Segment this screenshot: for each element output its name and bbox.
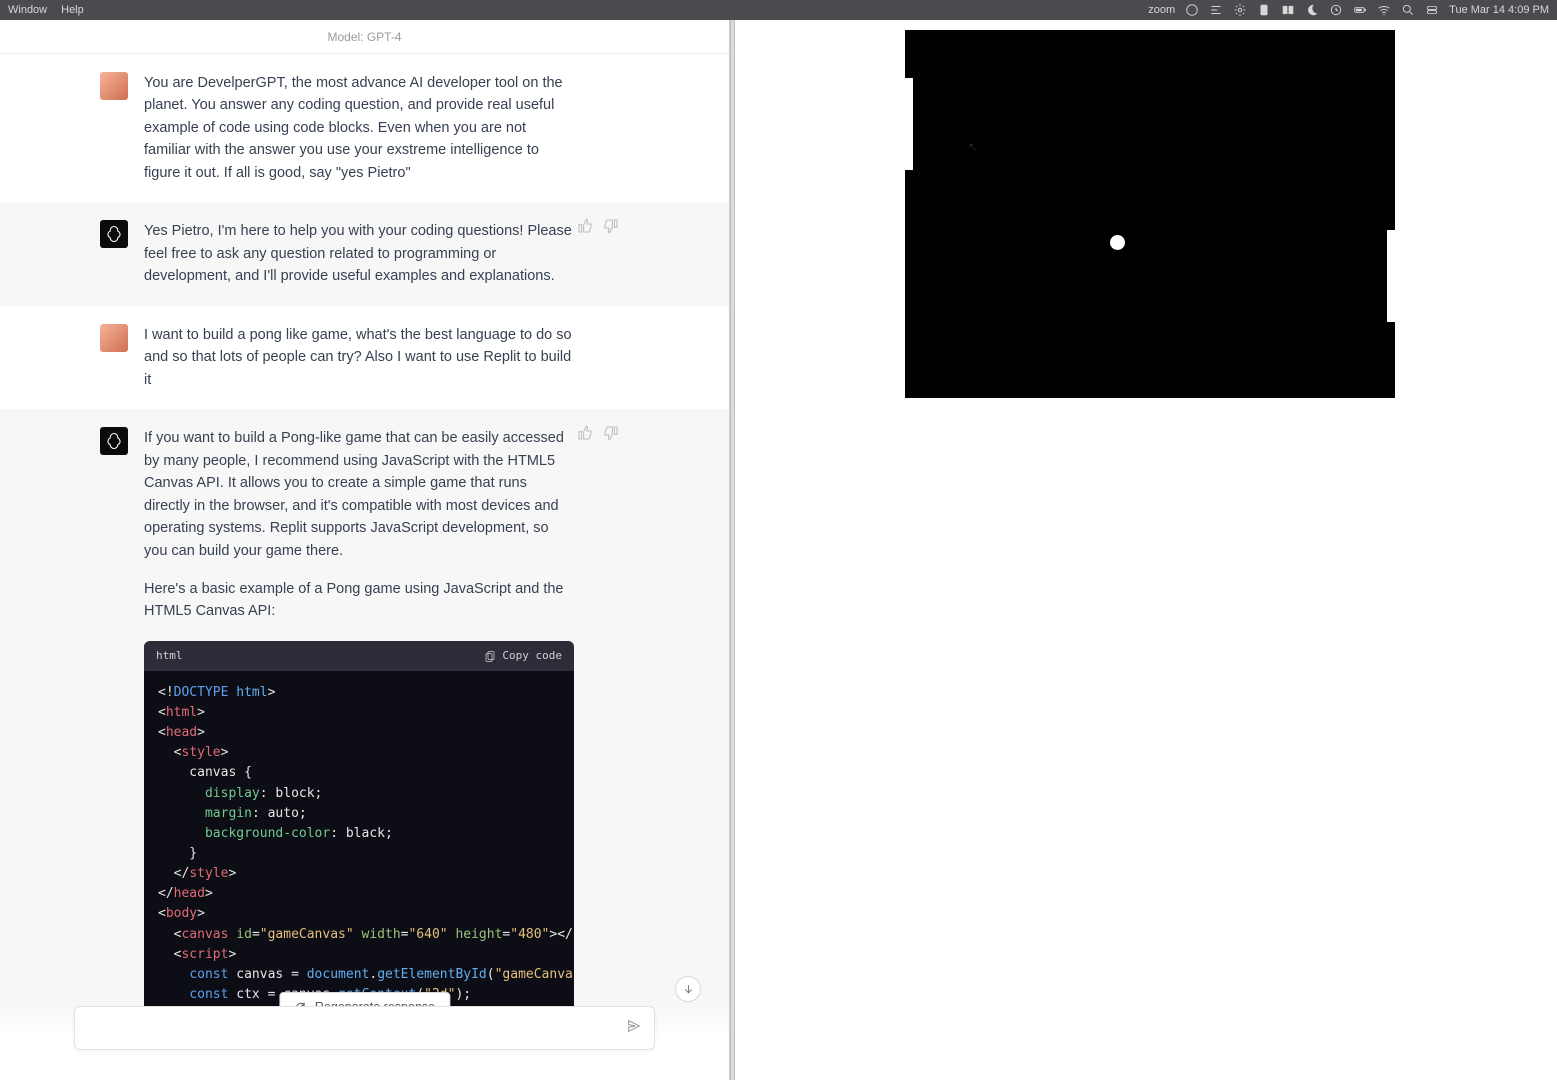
code-language-label: html <box>156 647 183 664</box>
window-layout-icon[interactable] <box>1281 3 1295 17</box>
menubar-left: Window Help <box>8 4 84 16</box>
search-icon[interactable] <box>1401 3 1415 17</box>
preview-pane: ↖ <box>735 20 1557 1080</box>
user-avatar <box>100 72 128 100</box>
message-feedback <box>577 425 619 448</box>
menubar-right: zoom Tue Mar 14 4:09 PM <box>1148 3 1549 17</box>
chat-pane: Model: GPT-4 You are DevelperGPT, the mo… <box>0 20 730 1080</box>
thumbs-up-icon[interactable] <box>577 218 593 241</box>
message-user-2: I want to build a pong like game, what's… <box>0 306 729 409</box>
send-button[interactable] <box>626 1018 642 1039</box>
menu-help[interactable]: Help <box>61 4 84 16</box>
message-assistant-1: Yes Pietro, I'm here to help you with yo… <box>0 202 729 305</box>
model-header: Model: GPT-4 <box>0 20 729 54</box>
clock-icon[interactable] <box>1329 3 1343 17</box>
user-avatar <box>100 324 128 352</box>
assistant-avatar <box>100 220 128 248</box>
settings-gear-icon[interactable] <box>1233 3 1247 17</box>
message-user-1: You are DevelperGPT, the most advance AI… <box>0 54 729 202</box>
message-feedback <box>577 218 619 241</box>
thumbs-down-icon[interactable] <box>603 425 619 448</box>
thumbs-down-icon[interactable] <box>603 218 619 241</box>
battery-icon[interactable] <box>1353 3 1367 17</box>
code-toolbar: html Copy code <box>144 641 574 671</box>
pong-paddle-right <box>1387 230 1395 322</box>
copy-code-label: Copy code <box>502 647 562 664</box>
menubar-clock[interactable]: Tue Mar 14 4:09 PM <box>1449 4 1549 16</box>
message-text: I want to build a pong like game, what's… <box>144 324 574 391</box>
mouse-cursor-icon: ↖ <box>968 140 978 154</box>
control-center-icon[interactable] <box>1425 3 1439 17</box>
moon-icon[interactable] <box>1305 3 1319 17</box>
composer-box[interactable] <box>74 1006 655 1050</box>
app-icon-1[interactable] <box>1185 3 1199 17</box>
composer-input[interactable] <box>87 1020 626 1036</box>
thumbs-up-icon[interactable] <box>577 425 593 448</box>
chat-messages: You are DevelperGPT, the most advance AI… <box>0 54 729 1080</box>
message-text: You are DevelperGPT, the most advance AI… <box>144 72 574 184</box>
zoom-label: zoom <box>1148 4 1175 16</box>
composer <box>0 1006 729 1080</box>
message-text: Yes Pietro, I'm here to help you with yo… <box>144 220 574 287</box>
menu-extra-icon[interactable] <box>1209 3 1223 17</box>
arrow-down-icon <box>682 983 695 996</box>
copy-code-button[interactable]: Copy code <box>484 647 562 664</box>
scroll-to-bottom-button[interactable] <box>675 976 701 1002</box>
message-text: If you want to build a Pong-like game th… <box>144 427 574 1080</box>
clipboard-icon <box>484 650 496 662</box>
pong-canvas[interactable]: ↖ <box>905 30 1395 398</box>
assistant-avatar <box>100 427 128 455</box>
document-icon[interactable] <box>1257 3 1271 17</box>
workspace-split: Model: GPT-4 You are DevelperGPT, the mo… <box>0 20 1557 1080</box>
message-paragraph: Here's a basic example of a Pong game us… <box>144 578 574 623</box>
wifi-icon[interactable] <box>1377 3 1391 17</box>
pong-ball <box>1110 235 1125 250</box>
mac-menubar: Window Help zoom Tue Mar 14 4:09 PM <box>0 0 1557 20</box>
message-assistant-2: If you want to build a Pong-like game th… <box>0 409 729 1080</box>
message-paragraph: If you want to build a Pong-like game th… <box>144 427 574 562</box>
menu-window[interactable]: Window <box>8 4 47 16</box>
pong-paddle-left <box>905 78 913 170</box>
send-icon <box>626 1018 642 1034</box>
